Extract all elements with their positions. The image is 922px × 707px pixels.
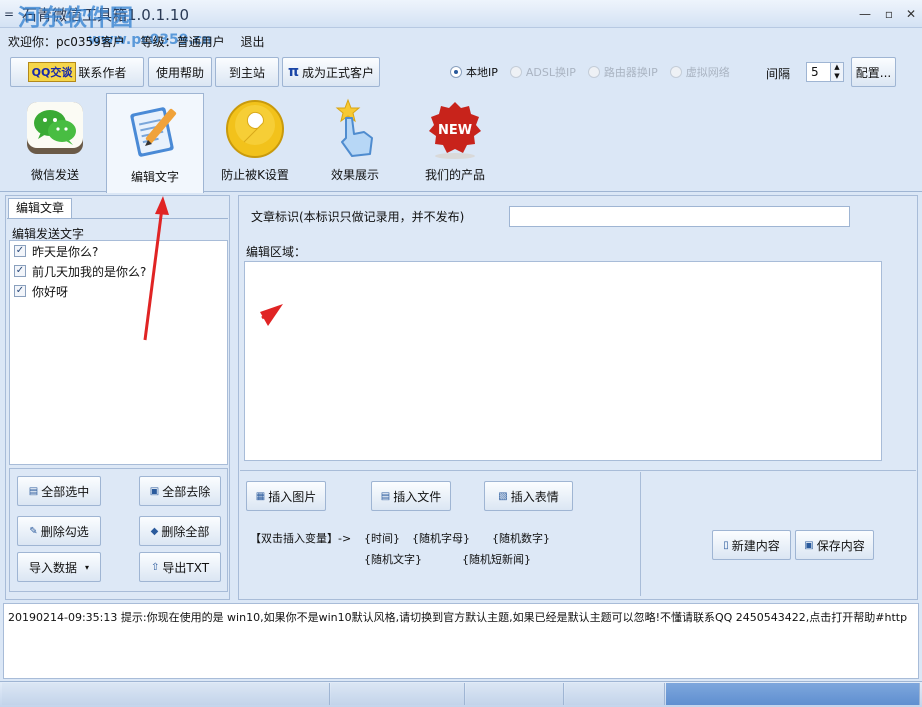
pi-icon: π bbox=[287, 64, 300, 80]
export-txt-button[interactable]: ⇧ 导出TXT bbox=[139, 552, 221, 582]
tab-label: 效果展示 bbox=[330, 168, 379, 182]
remove-all-icon: ▣ bbox=[149, 485, 160, 497]
welcome-text: 欢迎你：pc0359客户 bbox=[8, 35, 125, 49]
contact-author-button[interactable]: QQ交谈 联系作者 bbox=[10, 57, 144, 87]
tab-divider bbox=[7, 218, 228, 219]
main-site-button[interactable]: 到主站 bbox=[215, 57, 279, 87]
save-icon: ▣ bbox=[804, 539, 814, 551]
user-info-row: 欢迎你：pc0359客户 等级：普通用户 退出 bbox=[8, 33, 276, 50]
var-random-number[interactable]: {随机数字} bbox=[492, 530, 550, 546]
tab-wechat-send[interactable]: 微信发送 bbox=[6, 93, 104, 191]
insert-emoji-button[interactable]: ▧ 插入表情 bbox=[484, 481, 573, 511]
minimize-icon[interactable]: — bbox=[856, 6, 874, 22]
tab-label: 防止被K设置 bbox=[221, 168, 289, 182]
document-tag-input[interactable] bbox=[509, 206, 850, 227]
log-line[interactable]: 20190214-09:35:13 提示:你现在使用的是 win10,如果你不是… bbox=[8, 609, 918, 625]
spinner-arrows[interactable]: ▲ ▼ bbox=[829, 63, 843, 81]
progress-segment bbox=[666, 683, 920, 705]
checkbox-checked-icon[interactable]: ✓ bbox=[14, 285, 26, 297]
radio-dot-icon bbox=[587, 66, 600, 78]
qq-chat-badge: QQ交谈 bbox=[27, 62, 77, 82]
emoji-icon: ▧ bbox=[498, 490, 508, 502]
interval-label: 间隔 bbox=[766, 67, 791, 81]
help-button[interactable]: 使用帮助 bbox=[148, 57, 212, 87]
tab-edit-text[interactable]: 编辑文字 bbox=[106, 93, 204, 193]
tab-label: 微信发送 bbox=[30, 168, 79, 182]
var-random-text[interactable]: {随机文字} bbox=[364, 551, 422, 567]
new-content-button[interactable]: ▯ 新建内容 bbox=[712, 530, 791, 560]
edit-area-label: 编辑区域： bbox=[246, 245, 307, 259]
logout-link[interactable]: 退出 bbox=[240, 35, 264, 49]
radio-dot-icon bbox=[450, 66, 462, 78]
text-list[interactable]: ✓ 昨天是你么? ✓ 前几天加我的是你么? ✓ 你好呀 bbox=[9, 240, 228, 465]
spin-down-icon[interactable]: ▼ bbox=[831, 72, 843, 81]
status-segment bbox=[565, 683, 665, 705]
tab-label: 我们的产品 bbox=[424, 168, 485, 182]
edit-document-icon bbox=[130, 107, 177, 157]
wrench-icon bbox=[226, 100, 284, 158]
tab-label: 编辑文字 bbox=[130, 170, 179, 184]
var-random-news[interactable]: {随机短新闻} bbox=[462, 551, 531, 567]
var-time[interactable]: {时间} bbox=[364, 530, 400, 546]
checkbox-checked-icon[interactable]: ✓ bbox=[14, 245, 26, 257]
new-document-icon: ▯ bbox=[723, 539, 729, 551]
radio-dot-icon bbox=[669, 66, 682, 78]
new-badge-text: NEW bbox=[438, 123, 472, 138]
radio-router-ip[interactable]: 路由器换IP bbox=[587, 64, 658, 80]
insert-divider bbox=[640, 472, 641, 596]
list-item[interactable]: ✓ 前几天加我的是你么? bbox=[10, 261, 227, 281]
radio-dot-icon bbox=[509, 66, 522, 78]
wechat-icon bbox=[27, 102, 83, 154]
image-icon: ▦ bbox=[255, 490, 266, 502]
save-content-button[interactable]: ▣ 保存内容 bbox=[795, 530, 874, 560]
status-segment bbox=[331, 683, 465, 705]
status-segment bbox=[2, 683, 330, 705]
status-segment bbox=[466, 683, 564, 705]
tab-our-products[interactable]: NEW 我们的产品 bbox=[406, 93, 504, 191]
interval-value[interactable]: 5 bbox=[807, 63, 830, 81]
eraser-icon: ✎ bbox=[29, 525, 38, 537]
ip-mode-group: 本地IP ADSL换IP 路由器换IP 虚拟网络 bbox=[450, 60, 742, 84]
edit-area[interactable] bbox=[244, 261, 882, 461]
tab-anti-ban-settings[interactable]: 防止被K设置 bbox=[206, 93, 304, 191]
touch-hand-icon bbox=[335, 98, 373, 157]
watermark-site-name: 河东软件园 bbox=[18, 4, 133, 31]
radio-adsl-ip[interactable]: ADSL换IP bbox=[509, 64, 576, 80]
upgrade-label: 成为正式客户 bbox=[302, 65, 375, 80]
main-tab-bar: 微信发送 编辑文字 防止被K设置 效果展示 NEW 我们的产品 bbox=[0, 93, 922, 193]
insert-file-button[interactable]: ▤ 插入文件 bbox=[371, 481, 451, 511]
radio-local-ip[interactable]: 本地IP bbox=[450, 64, 498, 80]
new-badge-icon: NEW bbox=[429, 102, 481, 159]
close-icon[interactable]: ✕ bbox=[902, 6, 920, 22]
insert-image-button[interactable]: ▦ 插入图片 bbox=[246, 481, 326, 511]
radio-virtual-network[interactable]: 虚拟网络 bbox=[669, 64, 730, 80]
var-random-letter[interactable]: {随机字母} bbox=[412, 530, 470, 546]
checkbox-checked-icon[interactable]: ✓ bbox=[14, 265, 26, 277]
user-level: 等级：普通用户 bbox=[140, 35, 225, 49]
select-all-button[interactable]: ▤ 全部选中 bbox=[17, 476, 101, 506]
delete-all-button[interactable]: ◆ 删除全部 bbox=[139, 516, 221, 546]
panel-splitter[interactable] bbox=[230, 195, 238, 600]
restore-icon[interactable]: ▫ bbox=[880, 6, 898, 22]
remove-all-button[interactable]: ▣ 全部去除 bbox=[139, 476, 221, 506]
delete-all-icon: ◆ bbox=[150, 525, 159, 537]
delete-checked-button[interactable]: ✎ 删除勾选 bbox=[17, 516, 101, 546]
upgrade-button[interactable]: π 成为正式客户 bbox=[282, 57, 380, 87]
tab-edit-article[interactable]: 编辑文章 bbox=[8, 198, 72, 218]
app-menu-icon[interactable]: = bbox=[4, 7, 14, 21]
config-button[interactable]: 配置... bbox=[851, 57, 896, 87]
select-all-icon: ▤ bbox=[28, 485, 39, 497]
file-icon: ▤ bbox=[380, 490, 391, 502]
contact-label: 联系作者 bbox=[78, 65, 127, 80]
spin-up-icon[interactable]: ▲ bbox=[831, 63, 843, 72]
variable-prompt: 【双击插入变量】-> bbox=[250, 532, 352, 545]
import-data-dropdown[interactable]: 导入数据 ▾ bbox=[17, 552, 101, 582]
interval-spinner[interactable]: 5 ▲ ▼ bbox=[806, 62, 844, 82]
tab-effect-demo[interactable]: 效果展示 bbox=[306, 93, 404, 191]
document-tag-label: 文章标识(本标识只做记录用，并不发布) bbox=[251, 210, 465, 224]
export-icon: ⇧ bbox=[150, 561, 160, 573]
list-item[interactable]: ✓ 昨天是你么? bbox=[10, 241, 227, 261]
list-item[interactable]: ✓ 你好呀 bbox=[10, 281, 227, 301]
chevron-down-icon: ▾ bbox=[85, 562, 90, 572]
